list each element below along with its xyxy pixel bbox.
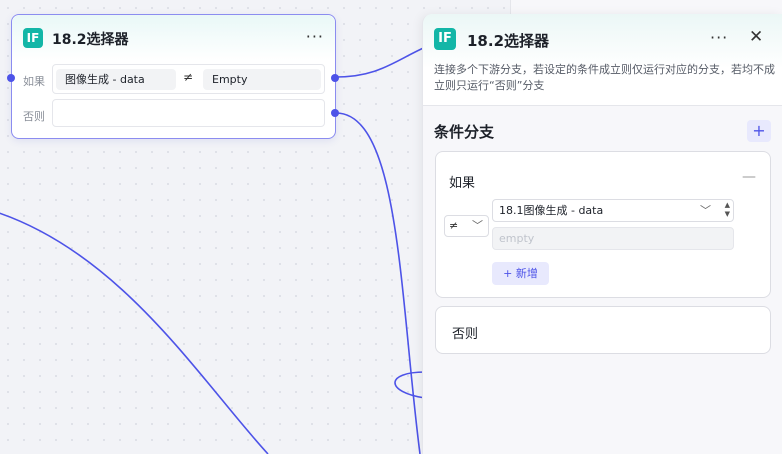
stepper-icon[interactable]: ▲ ▼ (725, 201, 730, 219)
not-equal-operator: ≠ (183, 70, 194, 84)
more-options-icon[interactable]: ··· (306, 27, 324, 46)
node-config-panel: IF 18.2选择器 ··· ✕ 连接多个下游分支，若设定的条件成立则仅运行对应… (422, 14, 782, 454)
node-if-label: 如果 (23, 75, 45, 88)
condition-branch-title: 条件分支 (434, 123, 495, 141)
chevron-down-icon: ﹀ (472, 219, 483, 232)
node-else-label: 否则 (23, 110, 45, 123)
add-condition-button[interactable]: + 新增 (492, 262, 549, 285)
operator-value: ≠ (449, 219, 459, 232)
variable-select[interactable]: 18.1图像生成 - data ﹀ ▲ ▼ (492, 199, 734, 222)
node-condition-box[interactable]: 图像生成 - data ≠ Empty (52, 64, 325, 94)
selector-node[interactable]: IF 18.2选择器 ··· 如果 图像生成 - data ≠ Empty 否则 (7, 14, 339, 139)
node-else-box[interactable] (52, 99, 325, 127)
collapse-icon[interactable]: — (742, 169, 756, 185)
panel-title[interactable]: 18.2选择器 (467, 30, 549, 51)
condition-left-variable: 图像生成 - data (56, 69, 176, 90)
else-output-port[interactable] (331, 109, 339, 117)
panel-description: 连接多个下游分支，若设定的条件成立则仅运行对应的分支，若均不成立则只运行“否则”… (434, 63, 775, 92)
add-branch-button[interactable]: + (747, 120, 771, 142)
input-port[interactable] (7, 74, 15, 82)
panel-header: IF 18.2选择器 ··· ✕ 连接多个下游分支，若设定的条件成立则仅运行对应… (423, 14, 782, 106)
node-title: 18.2选择器 (52, 32, 129, 48)
if-node-icon: IF (23, 28, 43, 48)
if-panel-icon: IF (434, 28, 456, 50)
panel-more-icon[interactable]: ··· (710, 28, 728, 47)
chevron-down-icon: ﹀ (700, 204, 711, 217)
operator-select[interactable]: ≠ ﹀ (444, 215, 489, 237)
condition-right-value: Empty (203, 69, 321, 90)
else-branch-label: 否则 (452, 327, 479, 342)
variable-value: 18.1图像生成 - data (499, 204, 604, 217)
close-icon[interactable]: ✕ (749, 27, 763, 47)
if-branch-card: 如果 — ≠ ﹀ 18.1图像生成 - data ﹀ ▲ ▼ empty + 新增 (435, 151, 771, 298)
top-right-strip (510, 0, 782, 14)
if-branch-label: 如果 (449, 176, 476, 191)
else-branch-card[interactable]: 否则 (435, 306, 771, 354)
compare-value-input[interactable]: empty (492, 227, 734, 250)
if-output-port[interactable] (331, 74, 339, 82)
